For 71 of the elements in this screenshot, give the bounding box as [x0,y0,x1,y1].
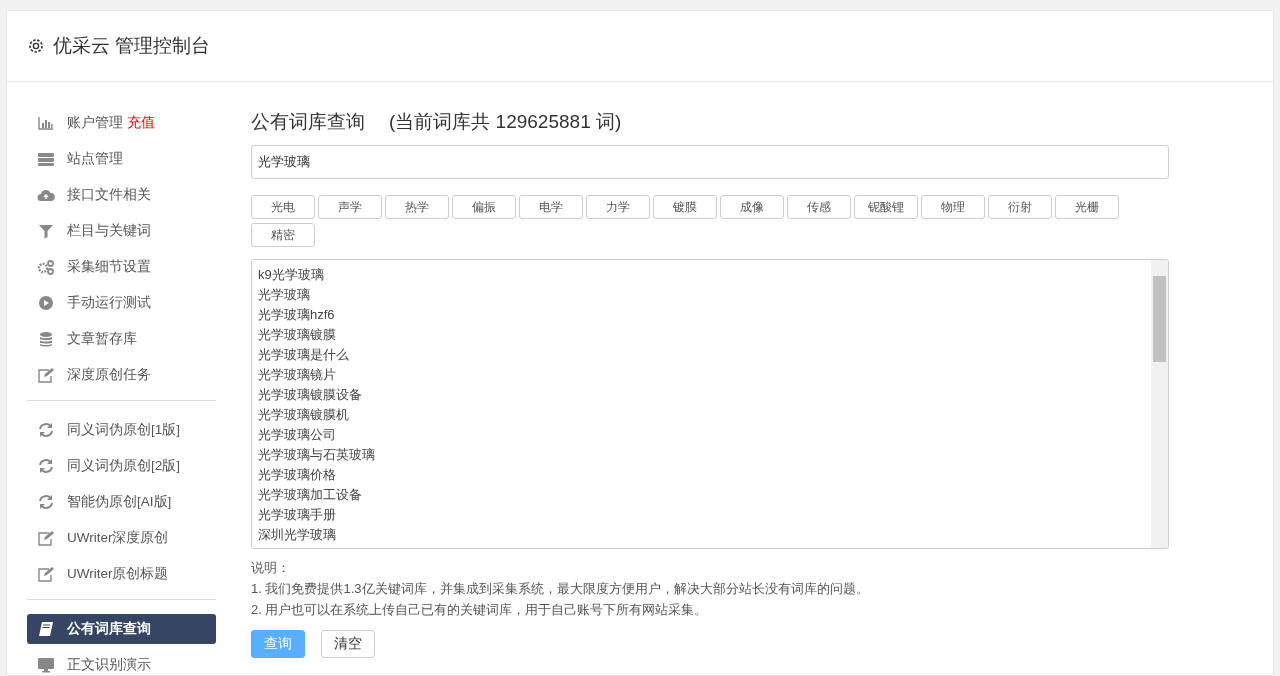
edit-icon [37,530,55,546]
sidebar-item[interactable]: 同义词伪原创[2版] [27,451,216,481]
recharge-link[interactable]: 充值 [127,112,155,134]
tag-button[interactable]: 声学 [318,194,382,219]
sidebar-item[interactable]: UWriter原创标题 [27,559,216,589]
cloud-upload-icon [37,187,55,203]
tag-button[interactable]: 传感 [787,194,851,219]
tag-button[interactable]: 精密 [251,222,315,247]
result-item: 光学玻璃hzf6 [258,305,336,324]
refresh-icon [37,458,55,474]
sidebar-item[interactable]: 采集细节设置 [27,252,216,282]
settings-icon [27,37,45,55]
result-item: k9光学玻璃 [258,265,325,284]
result-item: 光学玻璃价格 [258,465,337,484]
tag-button[interactable]: 偏振 [452,194,516,219]
server-icon [37,151,55,167]
edit-icon [37,566,55,582]
sidebar-item[interactable]: 文章暂存库 [27,324,216,354]
clear-button[interactable]: 清空 [321,629,375,658]
result-item: 光学玻璃手册 [258,505,337,524]
monitor-icon [37,657,55,673]
note-text: 2. 用户也可以在系统上传自己已有的关键词库，用于自己账号下所有网站采集。 [251,600,709,619]
result-item: 光学玻璃 [258,285,311,304]
sidebar-item[interactable]: 账户管理 充值 [27,108,216,138]
page-title: 公有词库查询 [251,110,365,134]
notes-title: 说明： [251,558,291,577]
database-icon [37,331,55,347]
sidebar-item[interactable]: 站点管理 [27,144,216,174]
sidebar-item[interactable]: 手动运行测试 [27,288,216,318]
tag-button[interactable]: 物理 [921,194,985,219]
sidebar-item[interactable]: 深度原创任务 [27,360,216,390]
play-icon [37,295,55,311]
result-item: 光学玻璃镀膜 [258,325,337,344]
results-box[interactable]: k9光学玻璃 光学玻璃 光学玻璃hzf6 光学玻璃镀膜 光学玻璃是什么 光学玻璃镜片 光学玻璃镀膜设备 光学玻璃镀膜机 光学玻璃公司 光学玻璃与石英玻璃 光学玻璃价格 光学玻璃加工设备 光学玻璃手册 深圳光学玻璃 [251,258,1169,549]
tag-button[interactable]: 力学 [586,194,650,219]
refresh-icon [37,422,55,438]
book-icon [37,621,55,637]
result-item: 光学玻璃与石英玻璃 [258,445,376,464]
gears-icon [37,259,55,275]
scrollbar[interactable] [1151,259,1168,548]
sidebar-item[interactable]: 公有词库查询 [27,614,216,644]
tag-button[interactable]: 光栅 [1055,194,1119,219]
tag-button[interactable]: 光电 [251,194,315,219]
sidebar-item[interactable]: UWriter深度原创 [27,523,216,553]
result-item: 光学玻璃公司 [258,425,337,444]
tag-button[interactable]: 衍射 [988,194,1052,219]
result-item: 深圳光学玻璃 [258,525,337,544]
console-title: 优采云 管理控制台 [53,33,211,58]
sidebar-item[interactable]: 接口文件相关 [27,180,216,210]
result-item: 光学玻璃镀膜机 [258,405,350,424]
sidebar-item[interactable]: 栏目与关键词 [27,216,216,246]
tag-button[interactable]: 热学 [385,194,449,219]
word-count: (当前词库共 129625881 词) [389,110,622,134]
result-item: 光学玻璃是什么 [258,345,350,364]
sidebar-item[interactable]: 正文识别演示 [27,650,216,675]
result-item: 光学玻璃镀膜设备 [258,385,363,404]
tag-button[interactable]: 电学 [519,194,583,219]
result-item: 光学玻璃镜片 [258,365,337,384]
refresh-icon [37,494,55,510]
note-text: 1. 我们免费提供1.3亿关键词库，并集成到采集系统，最大限度方便用户，解决大部分站长没有词库的问题。 [251,579,870,598]
sidebar-item[interactable]: 同义词伪原创[1版] [27,415,216,445]
sidebar-item[interactable]: 智能伪原创[AI版] [27,487,216,517]
edit-icon [37,367,55,383]
chart-icon [37,115,55,131]
tag-button[interactable]: 镀膜 [653,194,717,219]
filter-icon [37,223,55,239]
sidebar-label: 账户管理 [67,113,123,132]
tag-button[interactable]: 成像 [720,194,784,219]
tag-button[interactable]: 铌酸锂 [854,194,918,219]
result-item: 光学玻璃加工设备 [258,485,363,504]
search-field[interactable]: 光学玻璃 [251,144,1169,179]
